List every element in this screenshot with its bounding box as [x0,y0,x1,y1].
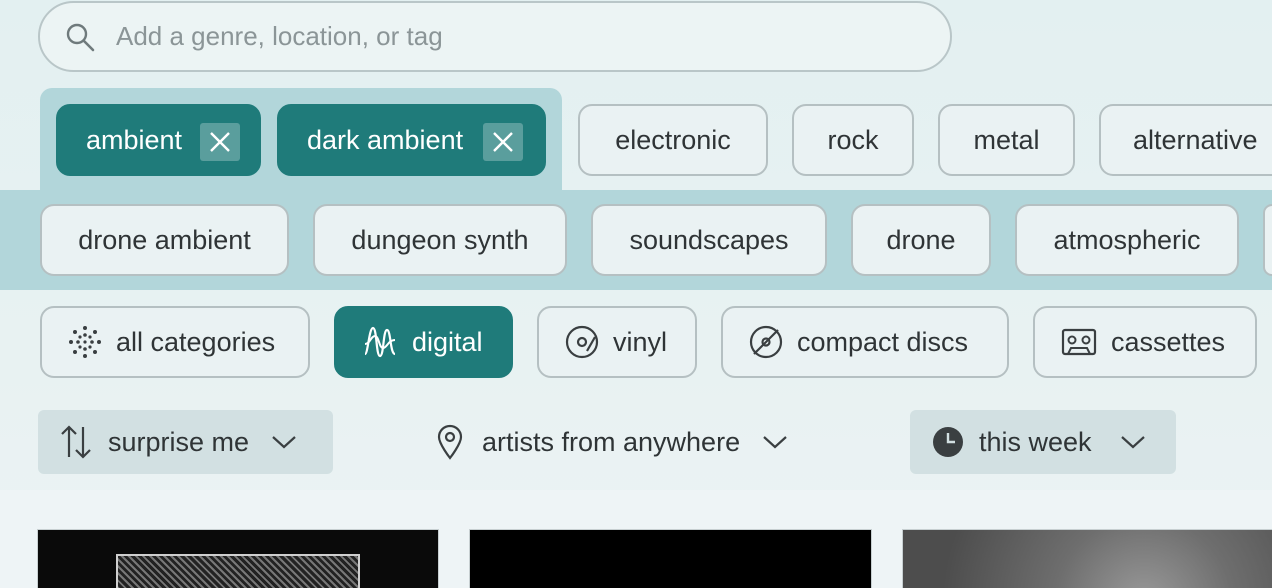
vinyl-record-icon [565,325,599,359]
format-label: cassettes [1111,326,1226,357]
tag-electronic[interactable]: electronic [578,104,768,176]
search-icon [66,23,95,51]
sort-dropdown[interactable]: surprise me [38,410,333,474]
location-dropdown[interactable]: artists from anywhere [436,410,816,474]
tag-atmospheric[interactable]: atmospheric [1015,204,1239,276]
chevron-down-icon [1120,436,1145,449]
compact-disc-icon [749,325,783,359]
tag-label: electronic [615,124,731,155]
format-vinyl[interactable]: vinyl [537,306,697,378]
tag-label: drone [886,224,956,255]
cassette-tape-icon [1061,328,1097,356]
location-pin-icon [437,424,463,460]
waveform-icon [363,326,396,358]
tag-label: dungeon synth [351,224,529,255]
tag-metal[interactable]: metal [938,104,1075,176]
tag-label: alternative [1133,124,1258,155]
time-label: this week [979,426,1092,457]
selected-tag-label: dark ambient [307,124,464,155]
remove-tag-close-icon[interactable] [200,123,240,161]
format-label: digital [412,326,483,357]
search-input[interactable] [116,21,896,52]
tag-dungeon-synth[interactable]: dungeon synth [313,204,567,276]
format-label: all categories [116,326,276,357]
format-cassettes[interactable]: cassettes [1033,306,1257,378]
selected-tag-ambient[interactable]: ambient [56,104,261,176]
format-compact-discs[interactable]: compact discs [721,306,1009,378]
album-card[interactable] [37,529,439,588]
tag-rock[interactable]: rock [792,104,914,176]
location-label: artists from anywhere [482,426,741,457]
tag-label: drone ambient [78,224,251,255]
tag-alternative[interactable]: alternative [1099,104,1272,176]
tag-label: metal [973,124,1040,155]
clock-icon [933,427,963,457]
remove-tag-close-icon[interactable] [483,123,523,161]
chevron-down-icon [272,436,296,449]
selected-tag-dark-ambient[interactable]: dark ambient [277,104,546,176]
album-card[interactable] [469,529,872,588]
sort-label: surprise me [108,426,250,457]
tag-label: soundscapes [629,224,789,255]
search-bar[interactable] [38,1,952,72]
tag-drone[interactable]: drone [851,204,991,276]
sort-arrows-icon [61,425,91,459]
album-artwork [116,554,360,588]
tag-soundscapes[interactable]: soundscapes [591,204,827,276]
time-dropdown[interactable]: this week [910,410,1176,474]
tag-label: atmospheric [1053,224,1201,255]
tag-label: rock [827,124,879,155]
format-label: compact discs [797,326,969,357]
tag-overflow[interactable] [1263,204,1272,276]
album-card[interactable] [902,529,1272,588]
selected-tag-label: ambient [86,124,183,155]
chevron-down-icon [763,436,787,449]
format-label: vinyl [613,326,668,357]
format-digital[interactable]: digital [334,306,513,378]
format-all-categories[interactable]: all categories [40,306,310,378]
tag-drone-ambient[interactable]: drone ambient [40,204,289,276]
dots-grid-icon [69,326,101,358]
